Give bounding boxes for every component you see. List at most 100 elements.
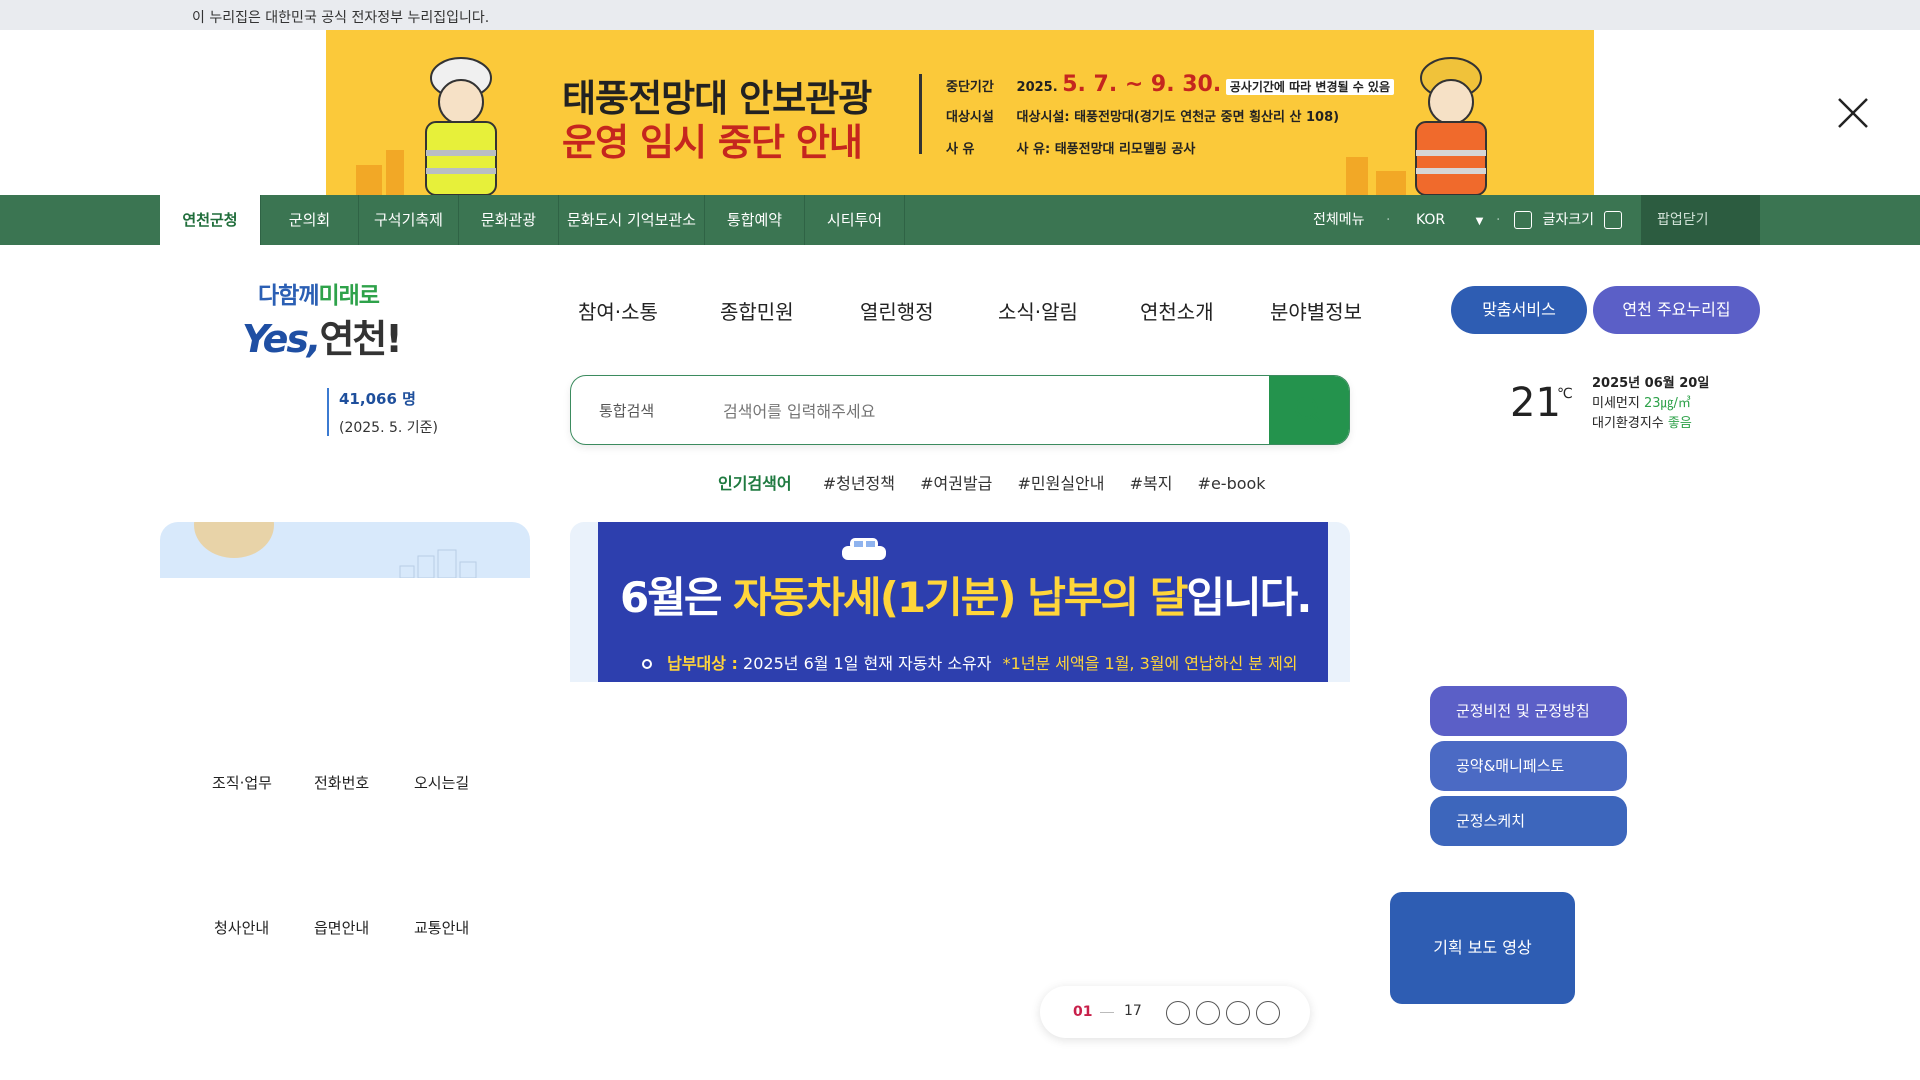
building-decoration	[356, 165, 382, 195]
temperature: 21	[1510, 380, 1561, 426]
quick-link-town-guide[interactable]: 읍면안내	[314, 917, 369, 938]
weather-date: 2025년 06월 20일	[1592, 376, 1710, 391]
population-count: 41,066 명	[339, 390, 416, 408]
weather-info: 2025년 06월 20일 미세먼지 23㎍/㎥ 대기환경지수 좋음	[1592, 374, 1709, 434]
main-menu-civil-service[interactable]: 종합민원	[720, 296, 794, 325]
search-button[interactable]	[1269, 376, 1349, 444]
main-menu-participation[interactable]: 참여·소통	[578, 296, 658, 325]
temperature-unit: ℃	[1557, 386, 1573, 402]
search-box: 통합검색	[570, 375, 1350, 445]
search-input[interactable]	[723, 394, 1223, 428]
font-size-control: 글자크기	[1514, 195, 1623, 245]
nav-item-council[interactable]: 군의회	[261, 195, 359, 245]
font-decrease-checkbox[interactable]	[1514, 211, 1532, 229]
popup-close-button[interactable]: 팝업닫기	[1641, 195, 1760, 245]
banner-sub-label: 납부대상 :	[667, 654, 738, 673]
banner-sub-value: 2025년 6월 1일 현재 자동차 소유자	[743, 654, 992, 673]
search-category[interactable]: 통합검색	[599, 400, 654, 421]
font-size-label: 글자크기	[1542, 212, 1594, 228]
banner-pager: 01 17	[1040, 986, 1310, 1038]
pause-button[interactable]	[1196, 1001, 1220, 1025]
building-decoration	[386, 150, 404, 195]
chevron-down-icon: ▼	[1475, 216, 1484, 227]
fine-dust-value: 23㎍/㎥	[1643, 396, 1691, 411]
keyword-tag[interactable]: #민원실안내	[1017, 474, 1104, 493]
air-quality-value: 좋음	[1667, 416, 1692, 431]
admin-sketch-button[interactable]: 군정스케치	[1430, 796, 1627, 846]
nav-item-tourism[interactable]: 문화관광	[459, 195, 559, 245]
keyword-tag[interactable]: #청년정책	[823, 474, 895, 493]
popup-banner[interactable]: 태풍전망대 안보관광 운영 임시 중단 안내 중단기간 2025. 5. 7. …	[326, 30, 1594, 195]
all-menu-link[interactable]: 전체메뉴	[1313, 195, 1365, 245]
logo-yes: Yes,	[242, 317, 321, 361]
separator-dot: ·	[1386, 212, 1391, 228]
population-info: 41,066 명 (2025. 5. 기준)	[327, 388, 438, 436]
custom-service-button[interactable]: 맞춤서비스	[1451, 286, 1587, 334]
reason-label: 사 유	[946, 142, 975, 157]
language-select[interactable]: KOR ▼	[1416, 195, 1483, 245]
main-menu-news[interactable]: 소식·알림	[998, 296, 1078, 325]
pager-separator	[1100, 1012, 1114, 1013]
banner-headline-month: 6월	[620, 573, 686, 622]
language-value: KOR	[1416, 212, 1446, 228]
site-nav-bar: 연천군청 군의회 구석기축제 문화관광 문화도시 기억보관소 통합예약 시티투어…	[0, 195, 1920, 245]
planned-video-button[interactable]: 기획 보도 영상	[1390, 892, 1575, 1004]
logo-wordmark: Yes,연천!	[242, 308, 403, 363]
site-logo[interactable]: 다함께미래로 Yes,연천!	[240, 276, 420, 361]
facility-label: 대상시설	[946, 110, 994, 125]
nav-item-festival[interactable]: 구석기축제	[359, 195, 459, 245]
popup-title-line2: 운영 임시 중단 안내	[562, 121, 863, 164]
quick-link-directions[interactable]: 오시는길	[414, 772, 469, 793]
bullet-icon	[642, 659, 652, 669]
sun-decoration	[194, 522, 274, 558]
vision-policy-button[interactable]: 군정비전 및 군정방침	[1430, 686, 1627, 736]
nav-item-reservation[interactable]: 통합예약	[705, 195, 805, 245]
prev-button[interactable]	[1166, 1001, 1190, 1025]
quick-link-office-guide[interactable]: 청사안내	[214, 917, 269, 938]
building-decoration	[1346, 157, 1368, 195]
quick-link-organization[interactable]: 조직·업무	[212, 772, 272, 793]
period-range: 5. 7. ~ 9. 30.	[1062, 72, 1222, 97]
total-pages: 17	[1124, 1003, 1142, 1019]
quick-link-traffic[interactable]: 교통안내	[414, 917, 469, 938]
logo-name: 연천!	[319, 317, 402, 361]
search-icon	[1294, 396, 1321, 423]
font-increase-checkbox[interactable]	[1604, 211, 1623, 229]
main-menu-field-info[interactable]: 분야별정보	[1270, 296, 1362, 325]
keyword-tag[interactable]: #e-book	[1198, 474, 1266, 493]
next-button[interactable]	[1226, 1001, 1250, 1025]
keyword-tag[interactable]: #여권발급	[920, 474, 992, 493]
nav-item-city-tour[interactable]: 시티투어	[805, 195, 905, 245]
popup-divider	[919, 74, 922, 154]
separator-dot: ·	[1496, 212, 1501, 228]
banner-headline-highlight: 자동차세(1기분) 납부의 달	[733, 573, 1188, 622]
gov-notice-bar: 이 누리집은 대한민국 공식 전자정부 누리집입니다.	[0, 0, 1920, 30]
left-visual-card[interactable]	[160, 522, 530, 578]
main-menu-open-admin[interactable]: 열린행정	[860, 296, 934, 325]
major-sites-button[interactable]: 연천 주요누리집	[1593, 286, 1760, 334]
view-all-button[interactable]	[1256, 1001, 1280, 1025]
banner-content: 6월은 자동차세(1기분) 납부의 달입니다. 납부대상 : 2025년 6월 …	[598, 522, 1328, 682]
period-note: 공사기간에 따라 변경될 수 있음	[1225, 79, 1394, 95]
quick-link-phone[interactable]: 전화번호	[314, 772, 369, 793]
banner-sub-note: *1년분 세액을 1월, 3월에 연납하신 분 제외	[1002, 654, 1298, 673]
worker-illustration-right	[1415, 57, 1487, 195]
logo-slogan-a: 다함께	[258, 283, 319, 309]
close-icon[interactable]	[1836, 96, 1870, 130]
popup-period-row: 중단기간 2025. 5. 7. ~ 9. 30. 공사기간에 따라 변경될 수…	[946, 72, 1394, 97]
reason-value: 사 유: 태풍전망대 리모델링 공사	[1016, 142, 1196, 157]
population-date: (2025. 5. 기준)	[339, 420, 439, 436]
period-label: 중단기간	[946, 80, 994, 95]
pledge-manifesto-button[interactable]: 공약&매니페스토	[1430, 741, 1627, 791]
fine-dust-label: 미세먼지	[1592, 396, 1640, 411]
nav-item-memory-archive[interactable]: 문화도시 기억보관소	[559, 195, 705, 245]
keyword-tag[interactable]: #복지	[1130, 474, 1173, 493]
air-quality-label: 대기환경지수	[1592, 416, 1664, 431]
banner-headline-end: 입니다.	[1186, 573, 1312, 622]
nav-item-county-office[interactable]: 연천군청	[160, 195, 261, 245]
main-menu-about[interactable]: 연천소개	[1140, 296, 1214, 325]
main-banner-slide[interactable]: 6월은 자동차세(1기분) 납부의 달입니다. 납부대상 : 2025년 6월 …	[570, 522, 1350, 682]
fine-dust-row: 미세먼지 23㎍/㎥	[1592, 394, 1709, 414]
city-skyline-decoration	[399, 549, 477, 578]
logo-slogan: 다함께미래로	[258, 276, 380, 310]
